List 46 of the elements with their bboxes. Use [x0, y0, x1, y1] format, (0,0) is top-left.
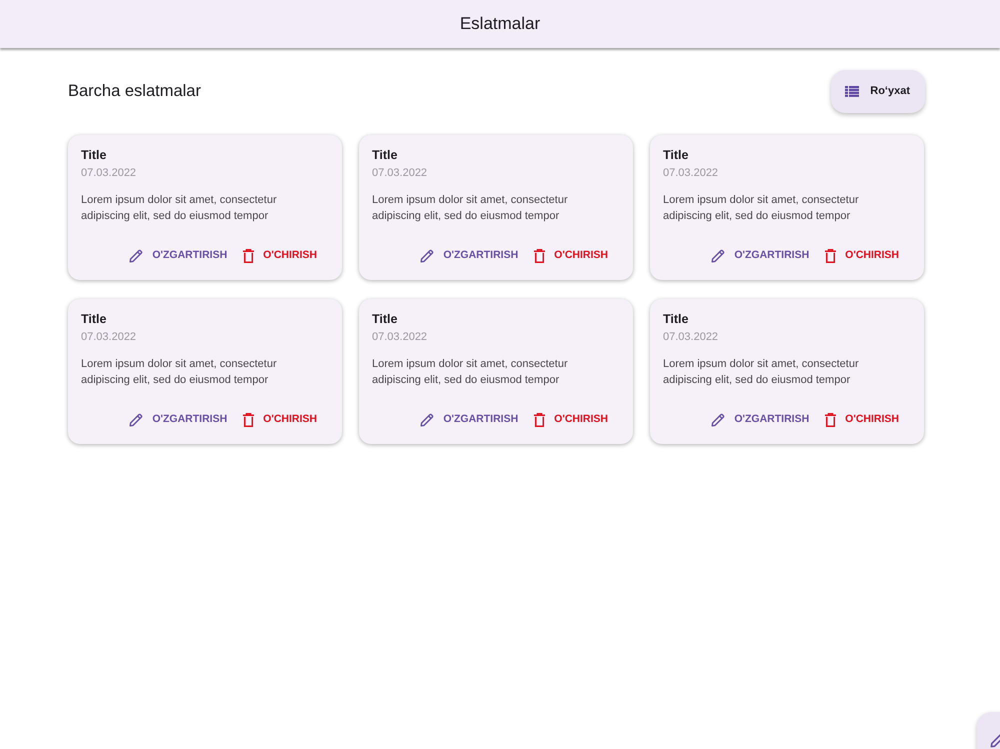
edit-button[interactable]: O'ZGARTIRISH [125, 246, 232, 266]
note-title: Title [372, 147, 398, 163]
list-view-button[interactable]: Ro‘yxat [831, 70, 925, 113]
trash-icon [243, 413, 254, 428]
delete-button[interactable]: O'CHIRISH [239, 246, 321, 266]
note-text: Lorem ipsum dolor sit amet, consectetur adipiscing elit, sed do eiusmod tempor [663, 193, 860, 224]
pencil-icon [420, 249, 434, 264]
trash-icon [243, 249, 254, 264]
note-text: Lorem ipsum dolor sit amet, consectetur adipiscing elit, sed do eiusmod tempor [663, 357, 860, 388]
note-date: 07.03.2022 [372, 330, 428, 344]
delete-button[interactable]: O'CHIRISH [239, 410, 321, 430]
note-text: Lorem ipsum dolor sit amet, consectetur adipiscing elit, sed do eiusmod tempor [81, 193, 278, 224]
list-icon [845, 86, 860, 97]
trash-icon [825, 413, 836, 428]
trash-icon [534, 249, 546, 264]
edit-button[interactable]: O'ZGARTIRISH [707, 246, 814, 266]
note-text: Lorem ipsum dolor sit amet, consectetur adipiscing elit, sed do eiusmod tempor [372, 193, 569, 224]
delete-button[interactable]: O'CHIRISH [530, 246, 612, 266]
note-date: 07.03.2022 [663, 330, 718, 344]
note-date: 07.03.2022 [81, 330, 136, 344]
edit-button[interactable]: O'ZGARTIRISH [416, 410, 522, 430]
note-title: Title [663, 147, 688, 163]
edit-button[interactable]: O'ZGARTIRISH [707, 410, 814, 430]
pencil-icon [420, 413, 434, 428]
note-date: 07.03.2022 [81, 166, 136, 180]
delete-button[interactable]: O'CHIRISH [821, 410, 903, 430]
delete-button[interactable]: O'CHIRISH [821, 246, 903, 266]
page-heading: Barcha eslatmalar [68, 82, 201, 102]
edit-button[interactable]: O'ZGARTIRISH [416, 246, 522, 266]
trash-icon [534, 413, 546, 428]
note-text: Lorem ipsum dolor sit amet, consectetur adipiscing elit, sed do eiusmod tempor [81, 357, 278, 388]
note-date: 07.03.2022 [372, 166, 428, 180]
app-title: Eslatmalar [460, 13, 540, 36]
note-title: Title [663, 311, 688, 327]
note-text: Lorem ipsum dolor sit amet, consectetur adipiscing elit, sed do eiusmod tempor [372, 357, 569, 388]
pencil-icon [129, 413, 144, 428]
note-date: 07.03.2022 [663, 166, 718, 180]
pencil-icon [711, 413, 726, 428]
pencil-icon [711, 249, 726, 264]
note-title: Title [81, 147, 106, 163]
trash-icon [825, 249, 836, 264]
edit-button[interactable]: O'ZGARTIRISH [125, 410, 232, 430]
delete-button[interactable]: O'CHIRISH [530, 410, 612, 430]
note-title: Title [372, 311, 398, 327]
pencil-icon [129, 249, 144, 264]
note-title: Title [81, 311, 106, 327]
